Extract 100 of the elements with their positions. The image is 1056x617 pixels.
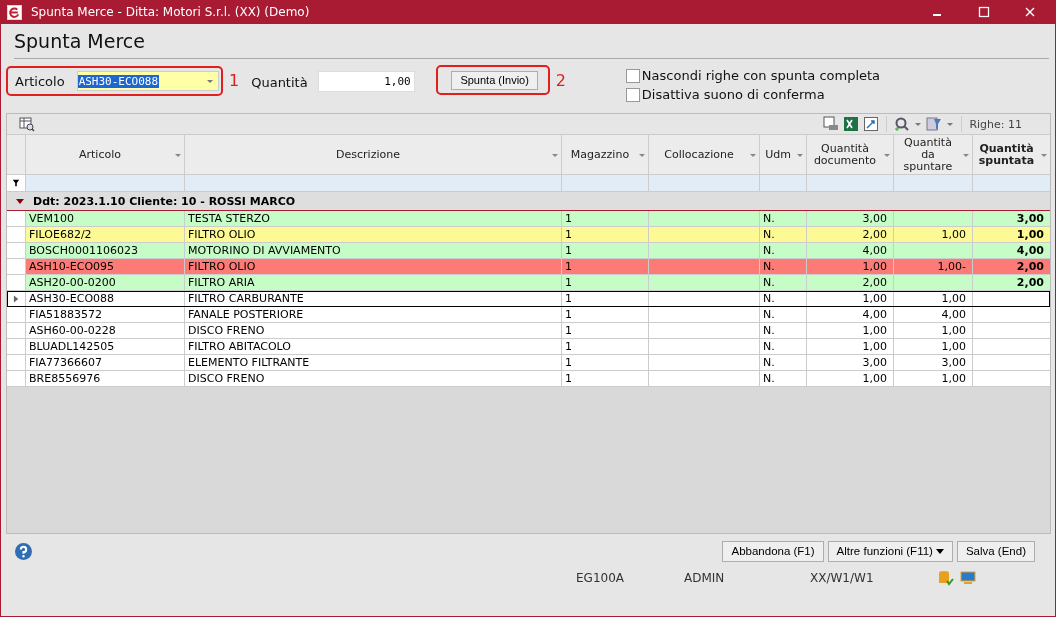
table-cell: FILTRO OLIO [188,260,256,273]
table-row[interactable]: BRE8556976 DISCO FRENO 1 N. 1,00 1,00 [7,371,1050,387]
group-row[interactable]: Ddt: 2023.1.10 Cliente: 10 - ROSSI MARCO [7,192,1050,211]
window-title: Spunta Merce - Ditta: Motori S.r.l. (XX) (Demo) [31,5,310,19]
table-cell: FIA77366607 [29,356,103,369]
table-cell: 1,00 [862,324,887,337]
table-cell: 1,00 [862,292,887,305]
table-row[interactable]: ASH10-ECO095 FILTRO OLIO 1 N. 1,00 1,00- 2,00 [7,259,1050,275]
table-cell: 1 [565,228,572,241]
table-cell: 1,00- [937,260,966,273]
close-icon[interactable] [1024,6,1036,18]
table-row[interactable]: ASH20-00-0200 FILTRO ARIA 1 N. 2,00 2,00 [7,275,1050,291]
collapse-icon[interactable] [15,196,25,206]
action-button[interactable]: Altre funzioni (F11) [827,540,953,562]
table-cell: FANALE POSTERIORE [188,308,304,321]
page-heading: Spunta Merce [14,30,146,52]
table-cell: 2,00 [1016,276,1044,289]
table-row[interactable]: FIA51883572 FANALE POSTERIORE 1 N. 4,00 4,00 [7,307,1050,323]
table-cell: N. [763,260,775,273]
table-cell: BOSCH0001106023 [29,244,138,257]
quantity-label: Quantità [251,75,308,90]
export-icon[interactable] [863,116,880,132]
table-cell: FILTRO ARIA [188,276,255,289]
table-cell: N. [763,356,775,369]
table-cell: MOTORINO DI AVVIAMENTO [188,244,341,257]
table-row[interactable]: VEM100 TESTA STERZO 1 N. 3,00 3,00 [7,211,1050,227]
table-cell: N. [763,244,775,257]
table-cell: 1,00 [1016,228,1044,241]
table-cell: 1 [565,308,572,321]
maximize-icon[interactable] [978,6,990,18]
callout-number: 1 [229,71,240,90]
table-cell: 3,00 [1016,212,1044,225]
quantity-field[interactable]: 1,00 [317,71,415,92]
table-cell: 1 [565,276,572,289]
help-icon[interactable] [15,542,32,560]
table-cell: 1 [565,260,572,273]
caret-icon [935,547,944,555]
table-row[interactable]: ASH30-ECO088 FILTRO CARBURANTE 1 N. 1,00 1,00 [7,291,1050,307]
table-cell: 2,00 [862,276,887,289]
action-button[interactable]: Abbandona (F1) [722,540,824,562]
article-combo[interactable]: ASH30-ECO088 [76,71,219,91]
app-logo-icon [7,4,22,20]
table-cell: 1 [565,244,572,257]
table-cell: 1,00 [941,372,966,385]
table-cell: 1 [565,372,572,385]
table-cell: 1 [565,356,572,369]
filter-icon[interactable] [12,179,20,187]
status-text: XX/W1/W1 [810,571,875,585]
monitor-icon [960,570,976,586]
checkbox-label: Nascondi righe con spunta completa [641,68,881,83]
table-cell: ASH30-ECO088 [29,292,115,305]
table-cell: FILTRO OLIO [188,228,256,241]
action-button[interactable]: Salva (End) [956,540,1035,562]
table-cell: 2,00 [862,228,887,241]
table-cell: FIA51883572 [29,308,103,321]
checkbox[interactable] [625,68,640,83]
status-text: ADMIN [684,571,726,585]
table-cell: 2,00 [1016,260,1044,273]
checkbox-label: Disattiva suono di conferma [641,87,825,102]
table-cell: FILTRO CARBURANTE [188,292,304,305]
status-text: EG100A [576,571,625,585]
table-cell: 4,00 [862,244,887,257]
table-cell: ASH60-00-0228 [29,324,116,337]
table-cell: 3,00 [862,356,887,369]
table-cell: 1,00 [862,340,887,353]
caret-icon[interactable] [914,120,923,128]
current-row-icon [12,293,20,304]
checkbox[interactable] [625,87,640,102]
table-row[interactable]: BOSCH0001106023 MOTORINO DI AVVIAMENTO 1 N. 4,00 4,00 [7,243,1050,259]
table-cell: 1 [565,340,572,353]
table-row[interactable]: ASH60-00-0228 DISCO FRENO 1 N. 1,00 1,00 [7,323,1050,339]
caret-icon[interactable] [946,120,955,128]
table-cell: 1,00 [862,260,887,273]
table-cell: FILOE682/2 [29,228,92,241]
table-cell: BRE8556976 [29,372,101,385]
table-row[interactable]: BLUADL142505 FILTRO ABITACOLO 1 N. 1,00 1,00 [7,339,1050,355]
zoom-icon[interactable] [894,116,911,132]
table-search-icon[interactable] [19,116,35,132]
table-cell: DISCO FRENO [188,324,265,337]
table-cell: 1 [565,292,572,305]
database-check-icon [938,570,954,586]
table-row[interactable]: FILOE682/2 FILTRO OLIO 1 N. 2,00 1,00 1,00 [7,227,1050,243]
table-cell: 4,00 [862,308,887,321]
table-cell: 1,00 [941,324,966,337]
spreadsheet-icon[interactable] [843,116,860,132]
table-cell: DISCO FRENO [188,372,265,385]
table-cell: 1,00 [941,292,966,305]
check-button[interactable]: Spunta (Invio) [451,70,538,90]
table-cell: FILTRO ABITACOLO [188,340,291,353]
table-cell: N. [763,292,775,305]
columns-filter-icon[interactable] [926,116,943,132]
table-cell: N. [763,276,775,289]
table-cell: N. [763,308,775,321]
table-row[interactable]: FIA77366607 ELEMENTO FILTRANTE 1 N. 3,00 3,00 [7,355,1050,371]
table-cell: N. [763,340,775,353]
table-cell: 3,00 [941,356,966,369]
table-cell: ASH10-ECO095 [29,260,115,273]
table-cell: 3,00 [862,212,887,225]
table-cell: ELEMENTO FILTRANTE [188,356,310,369]
callout-number: 2 [555,71,566,90]
